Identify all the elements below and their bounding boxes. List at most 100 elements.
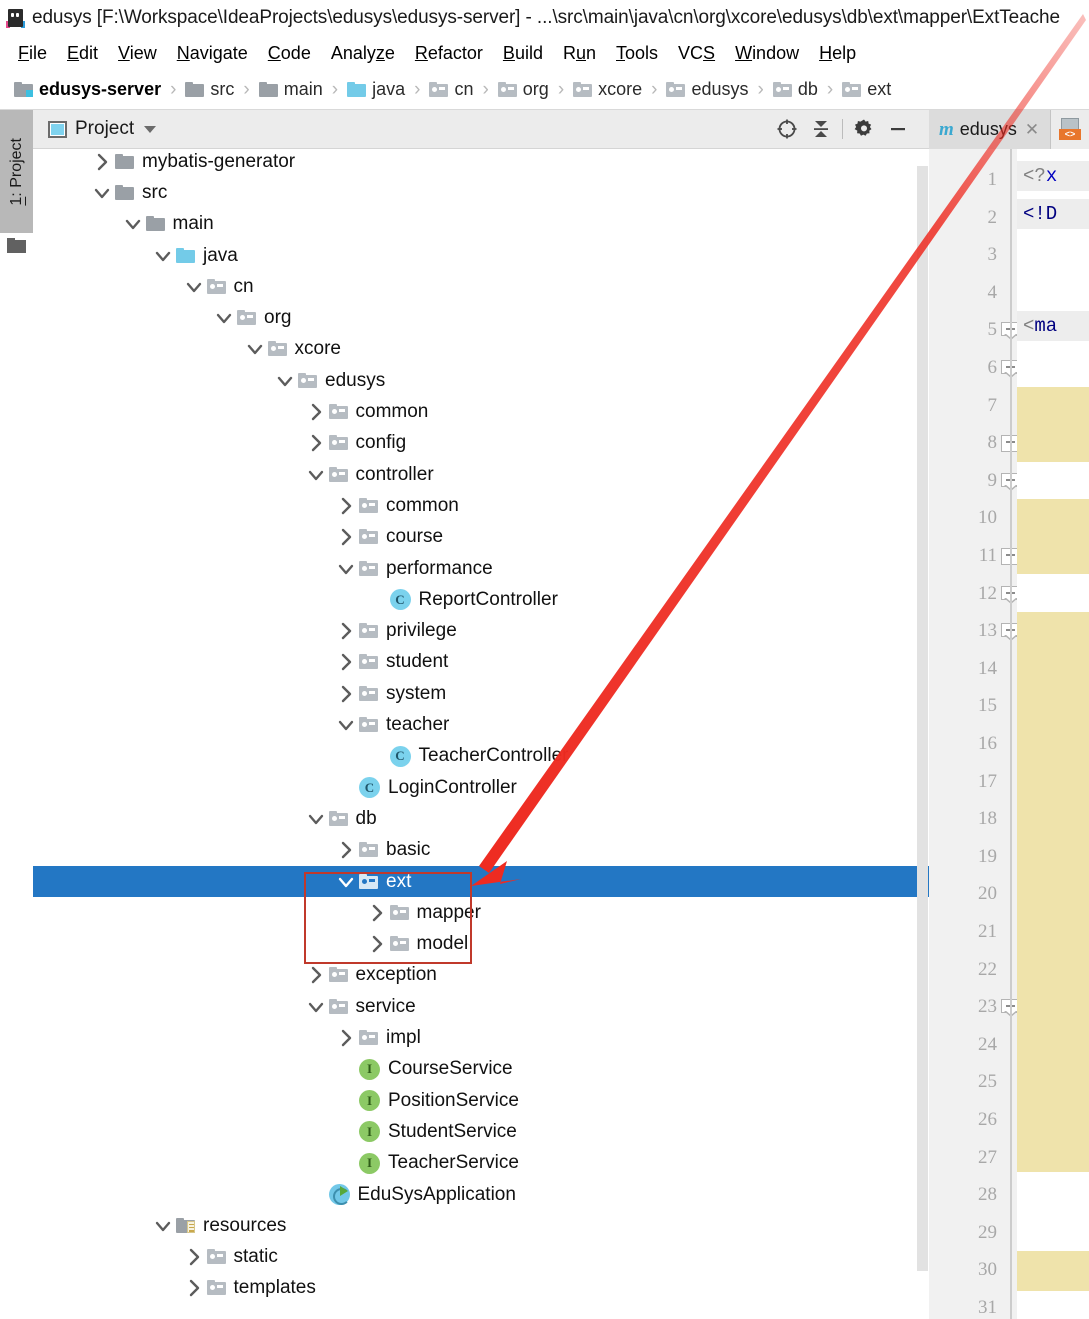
breadcrumb-item-edusys[interactable]: edusys [666,79,749,100]
tree-node-privilege[interactable]: privilege [33,616,929,647]
tree-node-mybatis-generator[interactable]: mybatis-generator [33,149,929,177]
chevron-right-icon[interactable] [335,619,359,643]
chevron-down-icon[interactable] [183,275,207,299]
tree-node-service[interactable]: service [33,991,929,1022]
chevron-right-icon[interactable] [183,1276,207,1300]
tree-node-EduSysApplication[interactable]: EduSysApplication [33,1179,929,1210]
tree-node-PositionService[interactable]: I PositionService [33,1085,929,1116]
menu-item-refactor[interactable]: Refactor [405,41,493,66]
tree-node-CourseService[interactable]: I CourseService [33,1054,929,1085]
editor-tab-edusys[interactable]: m edusys ✕ [929,110,1051,149]
chevron-right-icon[interactable] [305,431,329,455]
menu-item-vcs[interactable]: VCS [668,41,725,66]
gear-icon[interactable] [847,112,881,146]
breadcrumb-item-java[interactable]: java [347,79,405,100]
tree-node-src[interactable]: src [33,177,929,208]
chevron-right-icon[interactable] [305,400,329,424]
breadcrumb-item-main[interactable]: main [258,79,323,100]
tree-node-edusys[interactable]: edusys [33,365,929,396]
menu-item-code[interactable]: Code [258,41,321,66]
chevron-down-icon[interactable] [335,870,359,894]
tool-window-button-project[interactable]: 1: Project [0,110,33,233]
scrollbar-thumb[interactable] [917,166,928,1271]
chevron-right-icon[interactable] [305,963,329,987]
chevron-down-icon[interactable] [213,306,237,330]
collapse-all-icon[interactable] [804,112,838,146]
tree-node-LoginController[interactable]: C LoginController [33,772,929,803]
chevron-right-icon[interactable] [335,494,359,518]
tree-node-exception[interactable]: exception [33,960,929,991]
chevron-down-icon[interactable] [91,181,115,205]
tree-node-resources[interactable]: resources [33,1210,929,1241]
tree-node-system[interactable]: system [33,678,929,709]
tree-node-teacher[interactable]: teacher [33,709,929,740]
chevron-right-icon[interactable] [366,901,390,925]
minimize-icon[interactable] [881,112,915,146]
chevron-down-icon[interactable] [152,1214,176,1238]
tree-node-templates[interactable]: templates [33,1273,929,1304]
tree-node-basic[interactable]: basic [33,835,929,866]
menu-item-build[interactable]: Build [493,41,553,66]
menu-item-file[interactable]: File [8,41,57,66]
chevron-right-icon[interactable] [335,682,359,706]
tree-node-db[interactable]: db [33,803,929,834]
chevron-right-icon[interactable] [183,1245,207,1269]
editor-code-area[interactable]: <?x <!D <ma [1017,149,1089,1319]
tree-node-TeacherController[interactable]: C TeacherController [33,741,929,772]
chevron-down-icon[interactable] [144,125,157,133]
tree-node-config[interactable]: config [33,428,929,459]
project-tree-scrollbar[interactable] [915,149,928,1289]
chevron-down-icon[interactable] [152,244,176,268]
editor-gutter[interactable]: 1 2 3 4 5 6 7 8 9 10 11 12 13 14 15 16 17 18 19 20 21 22 23 24 2… [929,149,1020,1319]
breadcrumb-item-ext[interactable]: ext [842,79,891,100]
chevron-right-icon[interactable] [335,650,359,674]
tree-node-mapper[interactable]: mapper [33,897,929,928]
menu-item-analyze[interactable]: Analyze [321,41,405,66]
breadcrumb-item-src[interactable]: src [185,79,234,100]
close-icon[interactable]: ✕ [1025,120,1039,140]
chevron-down-icon[interactable] [335,557,359,581]
menu-item-window[interactable]: Window [725,41,809,66]
breadcrumb-item-db[interactable]: db [772,79,818,100]
tree-node-TeacherService[interactable]: I TeacherService [33,1148,929,1179]
tree-node-common[interactable]: common [33,396,929,427]
tree-node-ext[interactable]: ext [33,865,929,898]
breadcrumb-item-cn[interactable]: cn [429,79,473,100]
tree-node-course[interactable]: course [33,522,929,553]
editor-tab-extra[interactable]: <> [1051,110,1089,149]
menu-item-tools[interactable]: Tools [606,41,668,66]
tree-node-model[interactable]: model [33,929,929,960]
tree-node-StudentService[interactable]: I StudentService [33,1116,929,1147]
menu-item-run[interactable]: Run [553,41,606,66]
chevron-right-icon[interactable] [366,932,390,956]
tree-node-main[interactable]: main [33,209,929,240]
tree-node-ReportController[interactable]: C ReportController [33,584,929,615]
chevron-down-icon[interactable] [335,713,359,737]
menu-item-view[interactable]: View [108,41,167,66]
menu-item-edit[interactable]: Edit [57,41,108,66]
menu-item-navigate[interactable]: Navigate [167,41,258,66]
breadcrumb-item-org[interactable]: org [497,79,549,100]
locate-icon[interactable] [770,112,804,146]
breadcrumb-item-edusys-server[interactable]: edusys-server [14,79,161,100]
tree-node-cn[interactable]: cn [33,271,929,302]
chevron-right-icon[interactable] [91,150,115,174]
tree-node-impl[interactable]: impl [33,1022,929,1053]
chevron-down-icon[interactable] [244,337,268,361]
chevron-down-icon[interactable] [122,212,146,236]
tree-node-common[interactable]: common [33,490,929,521]
chevron-down-icon[interactable] [305,995,329,1019]
tree-node-static[interactable]: static [33,1242,929,1273]
chevron-down-icon[interactable] [274,369,298,393]
chevron-down-icon[interactable] [305,807,329,831]
breadcrumb-item-xcore[interactable]: xcore [573,79,642,100]
menu-item-help[interactable]: Help [809,41,866,66]
tree-node-controller[interactable]: controller [33,459,929,490]
chevron-right-icon[interactable] [335,1026,359,1050]
chevron-right-icon[interactable] [335,525,359,549]
tree-node-java[interactable]: java [33,240,929,271]
chevron-right-icon[interactable] [335,838,359,862]
project-tree[interactable]: mybatis-generator src main java cn org xcore ed… [33,149,929,1319]
tree-node-student[interactable]: student [33,647,929,678]
tree-node-xcore[interactable]: xcore [33,334,929,365]
